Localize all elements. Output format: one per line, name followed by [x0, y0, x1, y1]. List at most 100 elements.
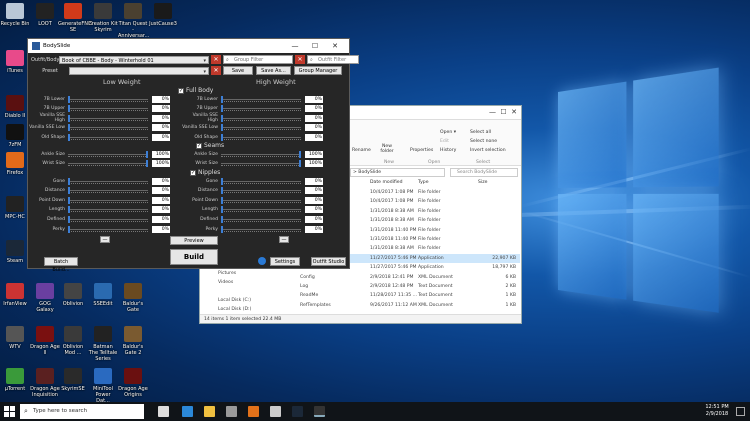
slider-value-input[interactable]: 0%: [305, 177, 323, 185]
slider-thumb[interactable]: [221, 114, 223, 122]
slider-thumb[interactable]: [299, 150, 301, 158]
desktop-icon[interactable]: Dragon Age Inquisition: [30, 368, 60, 398]
ribbon-properties-button[interactable]: Properties: [410, 148, 433, 153]
slider-value-input[interactable]: 0%: [305, 196, 323, 204]
ribbon-invert-selection-button[interactable]: Invert selection: [470, 148, 506, 153]
desktop-icon[interactable]: Steam: [0, 240, 30, 264]
slider-thumb[interactable]: [299, 160, 301, 168]
desktop-icon[interactable]: Creation Kit Skyrim: [88, 3, 118, 33]
slider-thumb[interactable]: [68, 95, 70, 103]
column-type[interactable]: Type: [418, 180, 429, 185]
group-filter-input[interactable]: ⌕ Group Filter: [223, 55, 293, 64]
slider-thumb[interactable]: [68, 133, 70, 141]
slider-thumb[interactable]: [68, 187, 70, 195]
slider-value-input[interactable]: 0%: [305, 124, 323, 132]
section-seams[interactable]: ✓ Seams: [196, 142, 224, 149]
save-button[interactable]: Save: [223, 66, 253, 75]
slider-thumb[interactable]: [68, 114, 70, 122]
slider-value-input[interactable]: 0%: [305, 105, 323, 113]
taskbar-search-input[interactable]: ⌕ Type here to search: [20, 404, 144, 419]
slider-thumb[interactable]: [221, 133, 223, 141]
slider-track[interactable]: [221, 160, 301, 168]
notification-icon[interactable]: [736, 407, 745, 416]
slider-thumb[interactable]: [221, 225, 223, 233]
slider-thumb[interactable]: [146, 160, 148, 168]
desktop-icon[interactable]: Oblivion: [58, 283, 88, 307]
clear-outfit-icon[interactable]: ✕: [211, 55, 221, 64]
slider-track[interactable]: [221, 206, 301, 214]
slider-thumb[interactable]: [68, 196, 70, 204]
slider-thumb[interactable]: [221, 124, 223, 132]
checkbox-seams[interactable]: ✓: [196, 142, 202, 149]
slider-value-input[interactable]: 100%: [305, 150, 323, 158]
desktop-icon[interactable]: Firefox: [0, 152, 30, 176]
section-nipples[interactable]: ✓ Nipples: [190, 169, 220, 176]
taskbar-app-icon[interactable]: [270, 406, 281, 417]
slider-track[interactable]: [68, 114, 148, 122]
desktop-icon[interactable]: Diablo II: [0, 95, 30, 119]
maximize-icon[interactable]: ☐: [305, 42, 325, 50]
slider-track[interactable]: [221, 196, 301, 204]
slider-value-input[interactable]: 0%: [152, 124, 170, 132]
slider-thumb[interactable]: [68, 215, 70, 223]
slider-thumb[interactable]: [221, 105, 223, 113]
slider-value-input[interactable]: 0%: [305, 225, 323, 233]
slider-thumb[interactable]: [146, 150, 148, 158]
slider-track[interactable]: [68, 95, 148, 103]
slider-track[interactable]: [68, 105, 148, 113]
slider-track[interactable]: [68, 196, 148, 204]
slider-track[interactable]: [68, 225, 148, 233]
slider-value-input[interactable]: 100%: [152, 160, 170, 168]
slider-track[interactable]: [221, 105, 301, 113]
preview-button[interactable]: Preview: [170, 236, 218, 245]
steam-icon[interactable]: [292, 406, 303, 417]
batch-build-button[interactable]: Batch Build...: [44, 257, 78, 273]
save-as-button[interactable]: Save As...: [256, 66, 291, 75]
collapse-low-button[interactable]: —: [100, 236, 110, 243]
slider-track[interactable]: [68, 177, 148, 185]
bodyslide-task-icon[interactable]: [314, 406, 325, 417]
slider-track[interactable]: [68, 124, 148, 132]
ribbon-new-folder-button[interactable]: New folder: [378, 144, 396, 154]
checkbox-nipples[interactable]: ✓: [190, 169, 196, 176]
nav-item[interactable]: Local Disk (C:): [218, 298, 251, 303]
desktop-icon[interactable]: SkyrimSE: [58, 368, 88, 392]
slider-value-input[interactable]: 0%: [152, 114, 170, 122]
slider-value-input[interactable]: 0%: [152, 95, 170, 103]
slider-thumb[interactable]: [221, 215, 223, 223]
ribbon-select-none-button[interactable]: Select none: [470, 139, 497, 144]
settings-button[interactable]: Settings: [270, 257, 300, 266]
slider-track[interactable]: [221, 225, 301, 233]
column-date-modified[interactable]: Date modified: [370, 180, 403, 185]
slider-value-input[interactable]: 0%: [305, 215, 323, 223]
slider-thumb[interactable]: [68, 124, 70, 132]
slider-thumb[interactable]: [68, 177, 70, 185]
desktop-icon[interactable]: JustCause3: [148, 3, 178, 27]
slider-value-input[interactable]: 100%: [152, 150, 170, 158]
desktop-icon[interactable]: Recycle Bin: [0, 3, 30, 27]
store-icon[interactable]: [226, 406, 237, 417]
table-row[interactable]: Config 2/9/2018 12:41 PM XML Document 6 KB: [260, 273, 520, 282]
section-full-body[interactable]: ✓ Full Body: [178, 87, 213, 94]
slider-value-input[interactable]: 0%: [305, 133, 323, 141]
minimize-icon[interactable]: —: [285, 42, 305, 50]
desktop-icon[interactable]: SSEEdit: [88, 283, 118, 307]
explorer-search-input[interactable]: Search BodySlide: [450, 168, 518, 177]
desktop-icon[interactable]: 7zFM: [0, 124, 30, 148]
desktop-icon[interactable]: IrfanView: [0, 283, 30, 307]
slider-track[interactable]: [221, 150, 301, 158]
collapse-high-button[interactable]: —: [279, 236, 289, 243]
nav-item[interactable]: Videos: [218, 280, 233, 285]
slider-track[interactable]: [68, 160, 148, 168]
slider-value-input[interactable]: 0%: [305, 114, 323, 122]
slider-value-input[interactable]: 0%: [152, 133, 170, 141]
desktop-icon[interactable]: iTunes: [0, 50, 30, 74]
slider-value-input[interactable]: 100%: [305, 160, 323, 168]
slider-track[interactable]: [221, 95, 301, 103]
slider-thumb[interactable]: [221, 187, 223, 195]
ribbon-history-button[interactable]: History: [440, 148, 456, 153]
clear-group-filter-icon[interactable]: ✕: [295, 55, 305, 64]
slider-value-input[interactable]: 0%: [152, 225, 170, 233]
clear-preset-icon[interactable]: ✕: [211, 66, 221, 75]
nav-item[interactable]: Local Disk (D:): [218, 307, 251, 312]
